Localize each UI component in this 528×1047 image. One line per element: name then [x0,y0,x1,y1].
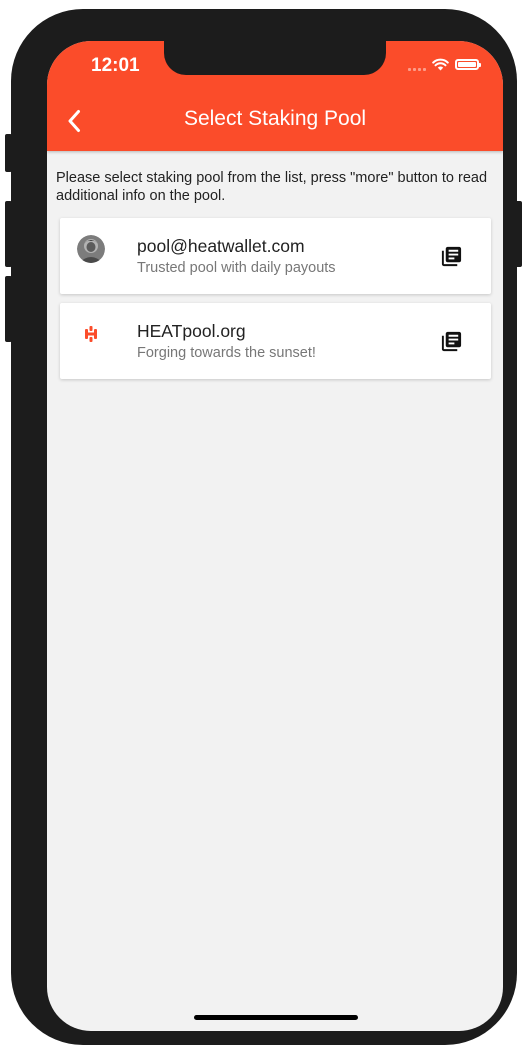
screen: 12:01 Select Staking Pool Please select … [47,41,503,1031]
app-header: 12:01 Select Staking Pool [47,41,503,151]
pool-description: Forging towards the sunset! [137,345,316,361]
status-icons [408,58,481,71]
intro-text: Please select staking pool from the list… [56,170,488,204]
pool-list-item[interactable]: HEATpool.org Forging towards the sunset! [60,303,491,379]
library-books-icon [441,331,461,351]
more-info-button[interactable] [438,328,464,354]
cellular-signal-icon [408,59,426,71]
pool-avatar [77,320,105,348]
avatar-photo-icon [77,235,105,263]
more-info-button[interactable] [438,243,464,269]
pool-name: pool@heatwallet.com [137,236,305,256]
pool-avatar [77,235,105,263]
status-time: 12:01 [91,55,140,76]
page-title: Select Staking Pool [183,107,367,130]
library-books-icon [441,246,461,266]
heat-logo-icon [85,326,97,342]
pool-list-item[interactable]: pool@heatwallet.com Trusted pool with da… [60,218,491,294]
home-indicator[interactable] [194,1015,358,1020]
pool-name: HEATpool.org [137,321,246,341]
phone-frame: 12:01 Select Staking Pool Please select … [11,9,517,1045]
battery-icon [455,59,481,70]
wifi-icon [432,58,449,71]
notch [164,41,386,75]
pool-description: Trusted pool with daily payouts [137,260,336,276]
